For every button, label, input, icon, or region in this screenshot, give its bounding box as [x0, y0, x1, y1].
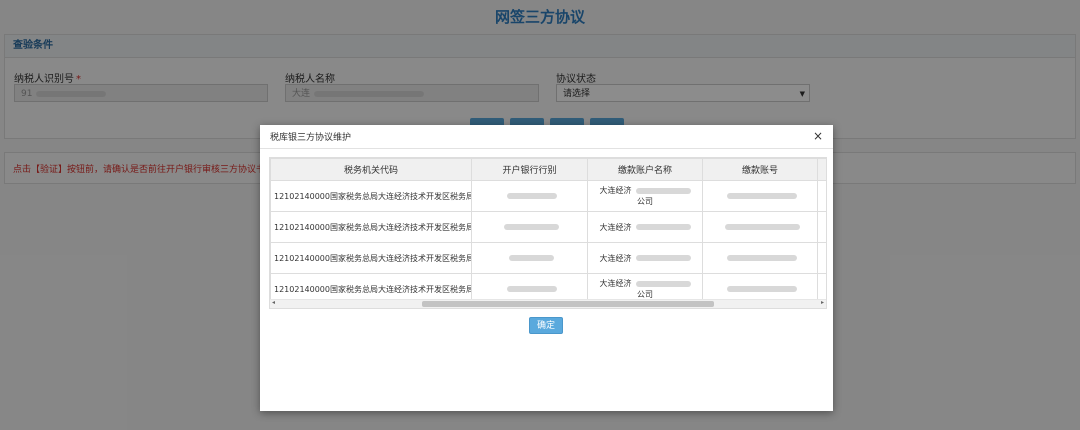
- modal-title: 税库银三方协议维护: [270, 133, 352, 143]
- cell-account-name: 大连经济 公司: [587, 180, 703, 212]
- column-header-bank-type[interactable]: 开户银行行别: [471, 158, 588, 181]
- cell-account-name: 大连经济: [587, 242, 703, 274]
- cell-bank-type: [471, 211, 588, 243]
- column-header-account-name[interactable]: 缴款账户名称: [587, 158, 703, 181]
- table-row[interactable]: 12102140000国家税务总局大连经济技术开发区税务局 大连经济: [270, 242, 826, 274]
- scroll-right-icon[interactable]: ▸: [821, 299, 824, 306]
- cell-tax-office: 12102140000国家税务总局大连经济技术开发区税务局: [270, 242, 472, 274]
- column-header-extra: [817, 158, 826, 181]
- column-header-tax-office[interactable]: 税务机关代码: [270, 158, 472, 181]
- horizontal-scrollbar[interactable]: ◂ ▸: [270, 299, 826, 308]
- cell-account-number: [702, 180, 818, 212]
- cell-bank-type: [471, 180, 588, 212]
- scroll-left-icon[interactable]: ◂: [272, 299, 275, 306]
- cell-bank-type: [471, 242, 588, 274]
- confirm-button[interactable]: 确定: [529, 317, 563, 334]
- modal-divider: [260, 148, 833, 149]
- cell-account-number: [702, 211, 818, 243]
- column-header-account-number[interactable]: 缴款账号: [702, 158, 818, 181]
- table-row[interactable]: 12102140000国家税务总局大连经济技术开发区税务局 大连经济: [270, 211, 826, 243]
- agreement-table: 税务机关代码 开户银行行别 缴款账户名称 缴款账号 12102140000国家税…: [270, 158, 826, 305]
- cell-account-number: [702, 242, 818, 274]
- agreement-modal: 税库银三方协议维护 × 税务机关代码 开户银行行别 缴款账户名称 缴款账号 12…: [260, 125, 833, 411]
- table-header-row: 税务机关代码 开户银行行别 缴款账户名称 缴款账号: [270, 158, 826, 181]
- cell-tax-office: 12102140000国家税务总局大连经济技术开发区税务局: [270, 211, 472, 243]
- agreement-grid: 税务机关代码 开户银行行别 缴款账户名称 缴款账号 12102140000国家税…: [269, 157, 827, 309]
- scroll-thumb[interactable]: [422, 301, 714, 307]
- table-row[interactable]: 12102140000国家税务总局大连经济技术开发区税务局 大连经济 公司: [270, 180, 826, 212]
- close-icon[interactable]: ×: [813, 129, 823, 143]
- cell-account-name: 大连经济: [587, 211, 703, 243]
- cell-tax-office: 12102140000国家税务总局大连经济技术开发区税务局: [270, 180, 472, 212]
